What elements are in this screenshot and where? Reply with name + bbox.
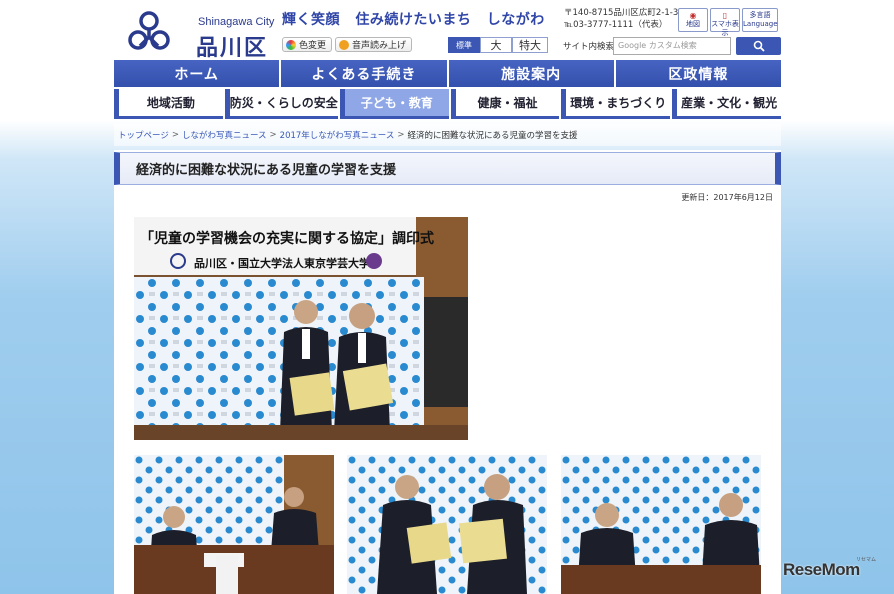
breadcrumb-link[interactable]: トップページ xyxy=(118,129,169,141)
snav-environment[interactable]: 環境・まちづくり xyxy=(561,89,671,119)
search-button[interactable] xyxy=(736,37,781,55)
breadcrumb-link[interactable]: しながわ写真ニュース xyxy=(182,129,267,141)
slogan-part: 輝く笑顔 xyxy=(282,12,340,28)
smartphone-icon[interactable]: ▯ スマホ表示 xyxy=(710,8,740,37)
gnav-home[interactable]: ホーム xyxy=(114,60,280,87)
breadcrumb-separator: > xyxy=(171,130,179,140)
main-content: 経済的に困難な状況にある児童の学習を支援 更新日：2017年6月12日 「児童の… xyxy=(114,150,781,594)
global-nav: ホーム よくある手続き 施設案内 区政情報 xyxy=(114,60,781,87)
slogan: 輝く笑顔 住み続けたいまち しながわ xyxy=(282,9,555,29)
photo-banner-title: 「児童の学習機会の充実に関する協定」調印式 xyxy=(140,230,434,247)
breadcrumb-separator: > xyxy=(269,130,277,140)
gnav-administration[interactable]: 区政情報 xyxy=(615,60,781,87)
voice-read-button[interactable]: 音声読み上げ xyxy=(335,37,413,52)
resemom-watermark-small: リセマム xyxy=(856,557,877,563)
snav-children-education[interactable]: 子ども・教育 xyxy=(339,89,449,119)
snav-health-welfare[interactable]: 健康・福祉 xyxy=(450,89,560,119)
gnav-procedures[interactable]: よくある手続き xyxy=(281,60,447,87)
color-change-button[interactable]: 色変更 xyxy=(282,37,333,52)
sub-nav: 地域活動 防災・くらしの安全 子ども・教育 健康・福祉 環境・まちづくり 産業・… xyxy=(114,89,781,119)
search-input[interactable]: Google カスタム検索 xyxy=(613,37,731,55)
slogan-part: しながわ xyxy=(486,12,545,28)
search-label: サイト内検索 xyxy=(563,42,615,52)
speaker-icon xyxy=(339,39,350,50)
thumbnail-photo[interactable] xyxy=(347,455,547,594)
breadcrumb-current: 経済的に困難な状況にある児童の学習を支援 xyxy=(407,131,578,141)
snav-safety[interactable]: 防災・くらしの安全 xyxy=(224,89,338,119)
phone-line: ℡03-3777-1111（代表） xyxy=(564,20,668,30)
font-size-switcher: 標準 大 特大 xyxy=(448,37,548,53)
gnav-facilities[interactable]: 施設案内 xyxy=(448,60,614,87)
thumbnail-photo[interactable] xyxy=(134,455,334,594)
map-icon[interactable]: ◉ 地図 xyxy=(678,8,708,32)
resemom-watermark: ReseMom xyxy=(783,560,860,579)
breadcrumb-link[interactable]: 2017年しながわ写真ニュース xyxy=(280,129,395,141)
main-photo: 「児童の学習機会の充実に関する協定」調印式 品川区・国立大学法人東京学芸大学 xyxy=(134,217,468,440)
breadcrumb: トップページ > しながわ写真ニュース > 2017年しながわ写真ニュース > … xyxy=(114,124,781,146)
slogan-part: 住み続けたいまち xyxy=(355,12,472,28)
page-title: 経済的に困難な状況にある児童の学習を支援 xyxy=(114,152,781,185)
font-size-large[interactable]: 大 xyxy=(480,37,512,53)
logo-japanese: 品川区 xyxy=(196,36,269,61)
address-line: 〒140-8715品川区広町2-1-36 xyxy=(564,8,684,18)
snav-community[interactable]: 地域活動 xyxy=(114,89,223,119)
header-icon-links: ◉ 地図 ▯ スマホ表示 多言語 Language xyxy=(678,8,778,37)
signing-ceremony-photo: 「児童の学習機会の充実に関する協定」調印式 品川区・国立大学法人東京学芸大学 xyxy=(134,217,468,440)
site-logo[interactable]: Shinagawa City 品川区 xyxy=(126,8,286,61)
utility-buttons: 色変更 音声読み上げ xyxy=(282,37,413,52)
logo-english: Shinagawa City xyxy=(198,16,275,28)
font-size-standard[interactable]: 標準 xyxy=(448,37,480,53)
updated-date: 更新日：2017年6月12日 xyxy=(681,193,773,202)
search-icon xyxy=(753,40,765,52)
thumbnail-photo[interactable] xyxy=(561,455,761,594)
language-icon[interactable]: 多言語 Language xyxy=(742,8,778,32)
snav-industry-culture[interactable]: 産業・文化・観光 xyxy=(672,89,781,119)
breadcrumb-separator: > xyxy=(397,130,405,140)
shinagawa-emblem-icon xyxy=(128,11,170,50)
color-wheel-icon xyxy=(286,39,296,50)
address-block: 〒140-8715品川区広町2-1-36 ℡03-3777-1111（代表） xyxy=(564,7,684,31)
font-size-xlarge[interactable]: 特大 xyxy=(512,37,548,53)
photo-banner-sub: 品川区・国立大学法人東京学芸大学 xyxy=(194,256,370,270)
